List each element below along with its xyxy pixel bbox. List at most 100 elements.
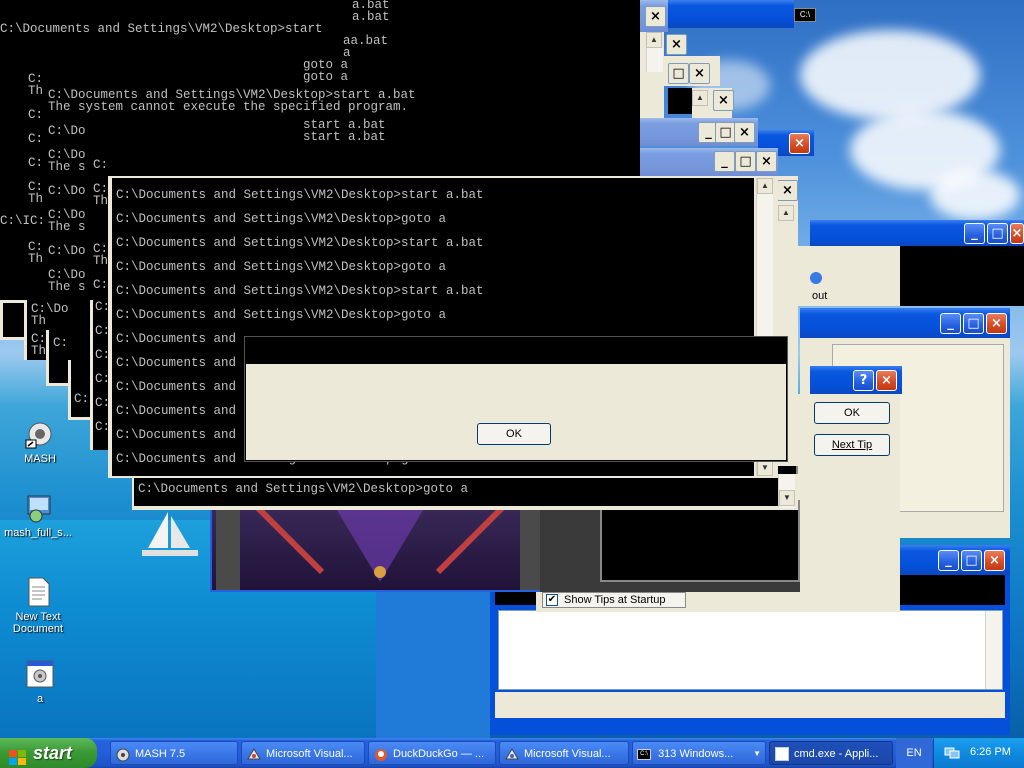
close-button[interactable]: ×: [789, 133, 810, 154]
ok-button[interactable]: OK: [477, 423, 551, 445]
close-button[interactable]: ×: [756, 151, 777, 172]
scroll-down-arrow[interactable]: ▼: [779, 490, 795, 506]
installer-icon: [22, 492, 54, 524]
minimize-button[interactable]: _: [714, 151, 735, 172]
maximize-button[interactable]: □: [987, 223, 1008, 244]
taskbar-item-label: Microsoft Visual...: [266, 748, 353, 760]
mash-app-icon: [116, 747, 130, 762]
about-icon: [810, 272, 822, 284]
minimize-button[interactable]: _: [938, 550, 959, 571]
console-line: goto a: [303, 70, 349, 84]
close-button[interactable]: ×: [876, 370, 897, 391]
text-document-icon: [22, 576, 54, 608]
cmd-icon: C:\: [637, 748, 651, 760]
show-tips-label: Show Tips at Startup: [564, 594, 666, 606]
help-button[interactable]: ?: [853, 370, 874, 391]
console-line: C:: [28, 108, 44, 122]
cmd-console-bottom[interactable]: C:\Documents and Settings\VM2\Desktop>go…: [134, 478, 778, 506]
close-button[interactable]: ×: [984, 550, 1005, 571]
vertical-scrollbar[interactable]: [646, 48, 663, 72]
start-label: start: [33, 743, 73, 763]
console-line: C:\Documents and: [116, 380, 237, 394]
taskbar: start MASH 7.5 Microsoft Visual... DuckD…: [0, 738, 1024, 768]
console-line: C:\Do: [48, 124, 86, 138]
scroll-up-arrow[interactable]: ▲: [646, 32, 662, 48]
console-line: C:\IC:: [0, 214, 46, 228]
console-line: C:: [28, 132, 44, 146]
close-button[interactable]: ×: [689, 63, 710, 84]
console-line: Th: [93, 254, 109, 268]
console-line: start a.bat: [303, 130, 386, 144]
duckduckgo-icon: [374, 747, 388, 761]
wallpaper-cloud: [930, 170, 1020, 220]
console-line: C:\Documents and: [116, 332, 237, 346]
desktop-icon-label: New Text Document: [12, 611, 64, 635]
desktop-icon-mash-full[interactable]: mash_full_s...: [0, 492, 76, 539]
pinball-table-graphic: [216, 499, 544, 590]
console-line: C:\Documents and Settings\VM2\Desktop>st…: [116, 236, 484, 250]
show-tips-checkbox-row[interactable]: ✔ Show Tips at Startup: [542, 592, 686, 608]
vertical-scrollbar[interactable]: [985, 611, 1002, 689]
scroll-up-arrow[interactable]: ▲: [692, 90, 708, 106]
desktop-icon-a-bat[interactable]: a: [2, 658, 78, 705]
console-error-line: The system cannot execute the specified …: [48, 100, 409, 114]
next-tip-button[interactable]: Next Tip: [814, 434, 890, 456]
vertical-scrollbar[interactable]: ▼: [778, 474, 795, 508]
maximize-button[interactable]: □: [715, 122, 736, 143]
language-indicator[interactable]: EN: [896, 738, 932, 768]
console-line: C:\Documents and: [116, 428, 237, 442]
text-area[interactable]: [498, 610, 1003, 690]
close-button[interactable]: ×: [734, 122, 755, 143]
status-strip: [495, 692, 1005, 718]
console-line: Th: [28, 84, 44, 98]
ok-button[interactable]: OK: [814, 402, 890, 424]
taskbar-item-windows-group[interactable]: C:\ 313 Windows... ▼: [632, 741, 766, 765]
maximize-button[interactable]: □: [961, 550, 982, 571]
console-line: C:: [74, 392, 90, 406]
desktop-icon-mash[interactable]: MASH: [2, 418, 78, 465]
start-button[interactable]: start: [0, 738, 97, 768]
pinball-window: [210, 499, 550, 592]
scroll-up-arrow[interactable]: ▲: [757, 178, 773, 194]
console-line: C:\Documents and Settings\VM2\Desktop>st…: [116, 188, 484, 202]
close-button[interactable]: ×: [666, 34, 687, 55]
maximize-button[interactable]: □: [668, 63, 689, 84]
taskbar-item-label: 313 Windows...: [658, 748, 734, 760]
taskbar-item-mash[interactable]: MASH 7.5: [110, 741, 238, 765]
close-button[interactable]: ×: [645, 6, 666, 27]
scroll-down-arrow[interactable]: ▼: [757, 460, 773, 476]
batch-file-icon: [24, 658, 56, 690]
maximize-button[interactable]: □: [735, 151, 756, 172]
minimize-button[interactable]: _: [940, 313, 961, 334]
taskbar-item-label: DuckDuckGo — ...: [393, 748, 485, 760]
minimize-button[interactable]: _: [964, 223, 985, 244]
taskbar-item-visual-studio-1[interactable]: Microsoft Visual...: [241, 741, 365, 765]
close-button[interactable]: ×: [986, 313, 1007, 334]
console-line: Th: [31, 314, 47, 328]
window-titlebar[interactable]: [668, 0, 794, 28]
taskbar-item-label: Microsoft Visual...: [524, 748, 611, 760]
console-line: C:: [53, 336, 69, 350]
black-panel: [900, 246, 1024, 306]
close-button[interactable]: ×: [713, 90, 734, 111]
console-line: C:\Documents and Settings\VM2\Desktop>go…: [116, 260, 447, 274]
window-icon: [775, 747, 789, 761]
taskbar-item-cmd-exe[interactable]: cmd.exe - Appli...: [769, 741, 893, 765]
taskbar-item-visual-studio-2[interactable]: Microsoft Visual...: [499, 741, 629, 765]
about-label[interactable]: out: [812, 290, 827, 302]
scroll-up-arrow[interactable]: ▲: [778, 205, 794, 221]
console-line: Th: [28, 192, 44, 206]
clock[interactable]: 6:26 PM: [970, 746, 1011, 758]
message-box: OK: [246, 364, 786, 460]
maximize-button[interactable]: □: [963, 313, 984, 334]
console-line: C:\Documents and: [116, 404, 237, 418]
taskbar-item-duckduckgo[interactable]: DuckDuckGo — ...: [368, 741, 496, 765]
network-icon[interactable]: [944, 746, 960, 760]
console-line: C:: [93, 158, 109, 172]
console-line: The s: [48, 280, 86, 294]
close-button[interactable]: ×: [1010, 223, 1024, 244]
show-tips-checkbox[interactable]: ✔: [546, 594, 558, 606]
close-button[interactable]: ×: [777, 180, 798, 201]
console-line: C:\Documents and Settings\VM2\Desktop>go…: [116, 212, 447, 226]
desktop-icon-new-text-document[interactable]: New Text Document: [0, 576, 76, 635]
